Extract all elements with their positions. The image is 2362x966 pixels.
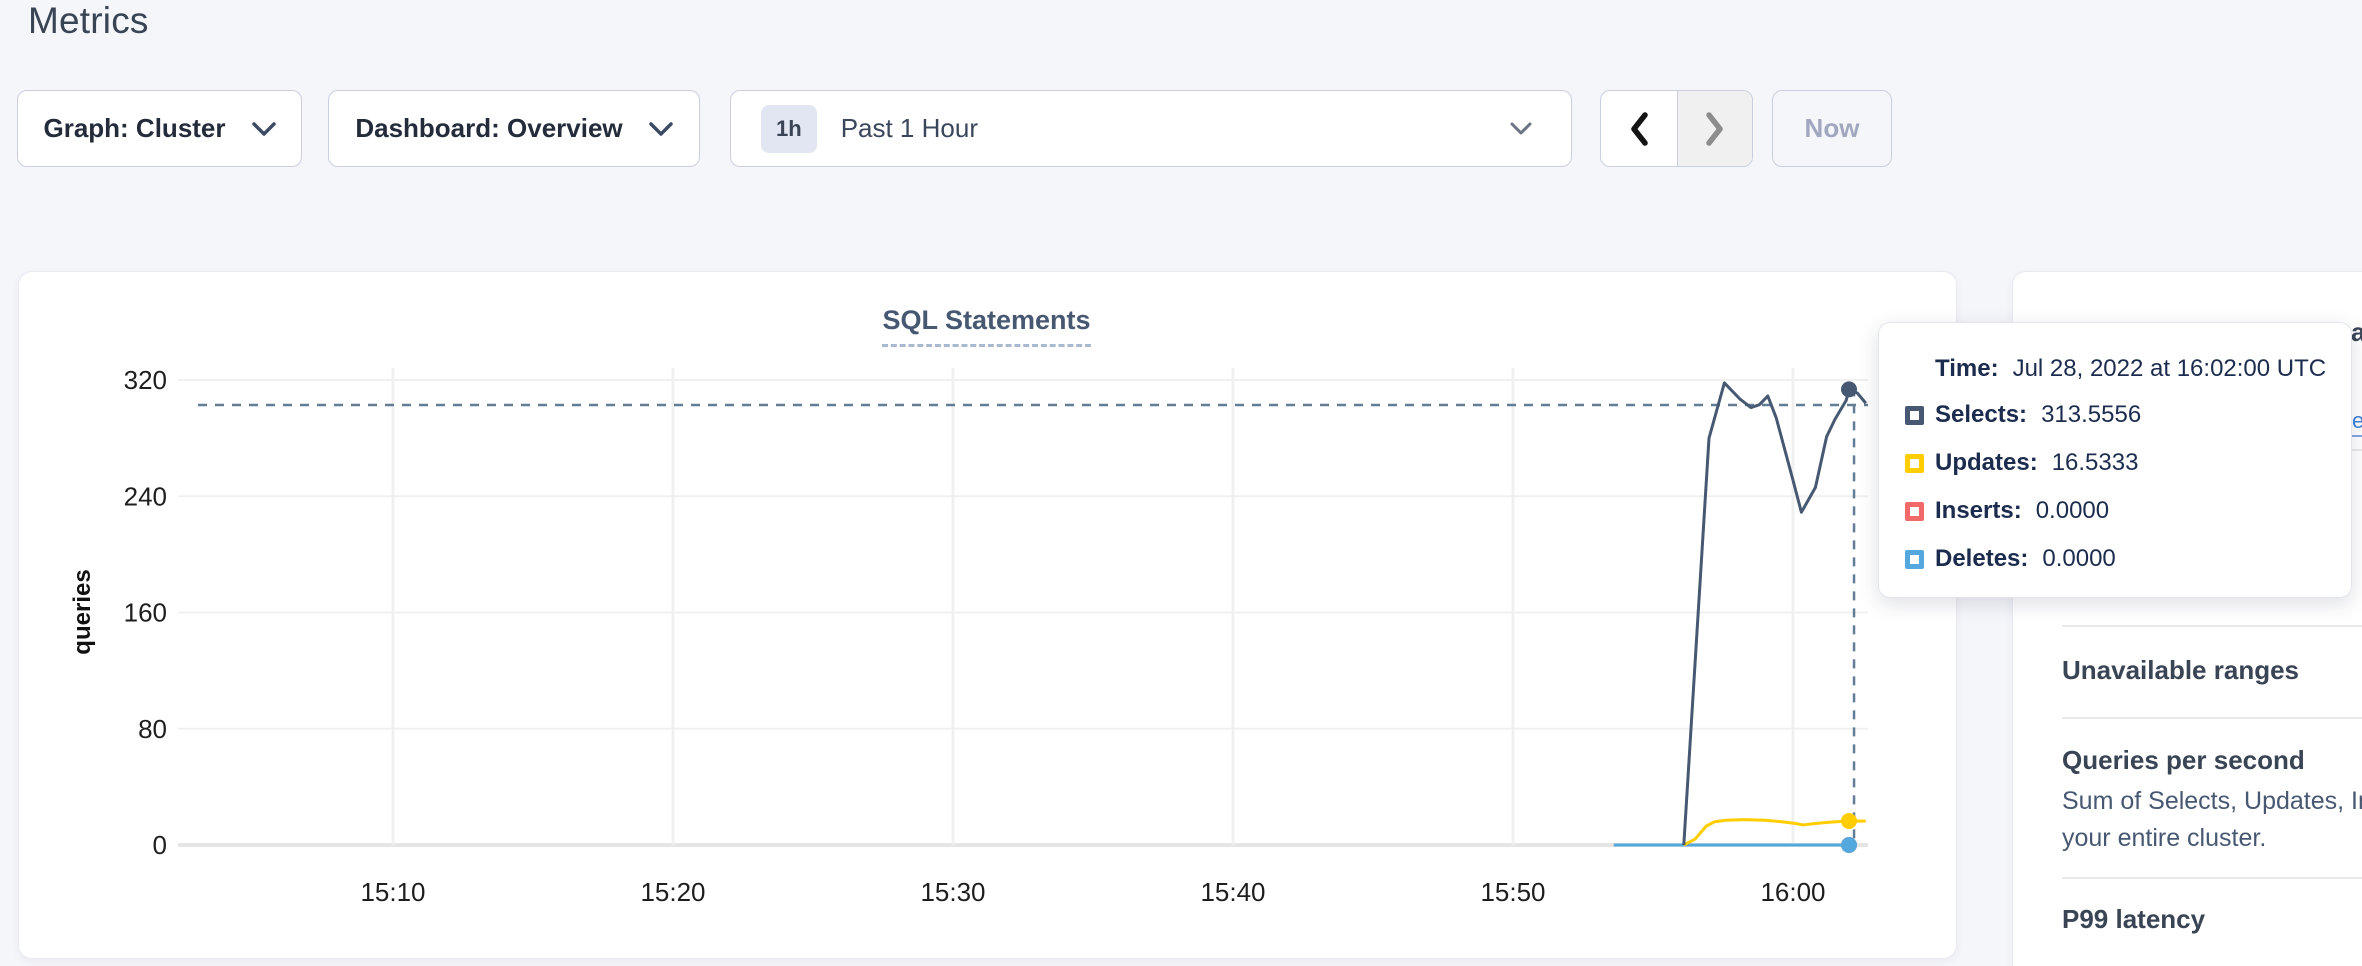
graph-dropdown-label: Graph: Cluster (43, 113, 225, 144)
sidebar-divider (2062, 877, 2362, 879)
sql-statements-chart[interactable]: 0 80 160 240 320 15:10 15:20 15:30 15:40 15:50 16:… (18, 271, 1955, 957)
x-axis-tick-label: 15:10 (360, 877, 425, 907)
chart-tooltip: Time: Jul 28, 2022 at 16:02:00 UTC Selec… (1878, 322, 2352, 598)
x-axis-tick-label: 15:20 (640, 877, 705, 907)
y-axis-tick-label: 80 (138, 714, 167, 744)
inserts-series-swatch-icon (1905, 502, 1924, 521)
time-range-badge: 1h (761, 105, 817, 153)
x-axis-tick-label: 15:40 (1200, 877, 1265, 907)
hover-dot-selects (1841, 381, 1857, 397)
tooltip-series-label: Updates: (1935, 449, 2038, 477)
sidebar-divider (2062, 717, 2362, 719)
page-title: Metrics (28, 0, 149, 42)
deletes-series-swatch-icon (1905, 550, 1924, 569)
series-line-updates (1684, 820, 1866, 845)
y-axis-label: queries (69, 569, 96, 654)
now-button[interactable]: Now (1772, 90, 1892, 167)
tooltip-time-value: Jul 28, 2022 at 16:02:00 UTC (2013, 355, 2327, 383)
tooltip-series-label: Selects: (1935, 401, 2027, 429)
time-range-pager (1600, 90, 1753, 167)
series-line-selects (1684, 383, 1866, 845)
chevron-down-icon (252, 122, 276, 136)
tooltip-series-value: 16.5333 (2052, 449, 2139, 477)
tooltip-series-label: Deletes: (1935, 545, 2028, 573)
tooltip-row-inserts: Inserts: 0.0000 (1905, 497, 2109, 525)
tooltip-series-value: 0.0000 (2042, 545, 2115, 573)
tooltip-series-value: 313.5556 (2041, 401, 2141, 429)
dashboard-dropdown-label: Dashboard: Overview (355, 113, 622, 144)
tooltip-series-label: Inserts: (1935, 497, 2022, 525)
x-axis-tick-label: 16:00 (1760, 877, 1825, 907)
chart-title[interactable]: SQL Statements (882, 305, 1090, 347)
chart-title-wrap: SQL Statements (18, 305, 1955, 347)
sidebar-heading-p99-latency: P99 latency (2062, 904, 2205, 935)
sidebar-clipped-heading-fragment: a (2351, 317, 2362, 348)
tooltip-row-updates: Updates: 16.5333 (1905, 449, 2138, 477)
hover-dot-updates (1841, 813, 1857, 829)
y-axis-tick-label: 320 (124, 365, 167, 395)
sidebar-description-line: Sum of Selects, Updates, Inser (2062, 787, 2362, 816)
updates-series-swatch-icon (1905, 454, 1924, 473)
tooltip-row-deletes: Deletes: 0.0000 (1905, 545, 2116, 573)
hover-dot-deletes (1841, 837, 1857, 853)
time-range-label: Past 1 Hour (841, 113, 978, 144)
sidebar-heading-unavailable-ranges: Unavailable ranges (2062, 655, 2299, 686)
chevron-left-icon (1627, 111, 1651, 147)
x-axis-tick-label: 15:30 (920, 877, 985, 907)
y-axis-tick-label: 240 (124, 481, 167, 511)
sidebar-clipped-link-fragment[interactable]: e (2352, 408, 2362, 437)
sidebar-divider (2062, 625, 2362, 627)
y-axis-tick-label: 160 (124, 598, 167, 628)
chevron-right-icon (1703, 111, 1727, 147)
graph-dropdown[interactable]: Graph: Cluster (17, 90, 302, 167)
tooltip-time-label: Time: (1935, 355, 1999, 383)
chevron-down-icon (1509, 122, 1533, 136)
tooltip-time-row: Time: Jul 28, 2022 at 16:02:00 UTC (1935, 355, 2326, 383)
time-range-select[interactable]: 1h Past 1 Hour (730, 90, 1572, 167)
tooltip-row-selects: Selects: 313.5556 (1905, 401, 2141, 429)
sidebar-description-line: your entire cluster. (2062, 824, 2266, 853)
tooltip-series-value: 0.0000 (2036, 497, 2109, 525)
next-range-button[interactable] (1677, 91, 1753, 166)
y-axis-tick-label: 0 (153, 830, 167, 860)
x-axis-tick-label: 15:50 (1480, 877, 1545, 907)
previous-range-button[interactable] (1601, 91, 1677, 166)
selects-series-swatch-icon (1905, 406, 1924, 425)
sidebar-heading-queries-per-second: Queries per second (2062, 745, 2305, 776)
dashboard-dropdown[interactable]: Dashboard: Overview (328, 90, 700, 167)
chevron-down-icon (649, 122, 673, 136)
